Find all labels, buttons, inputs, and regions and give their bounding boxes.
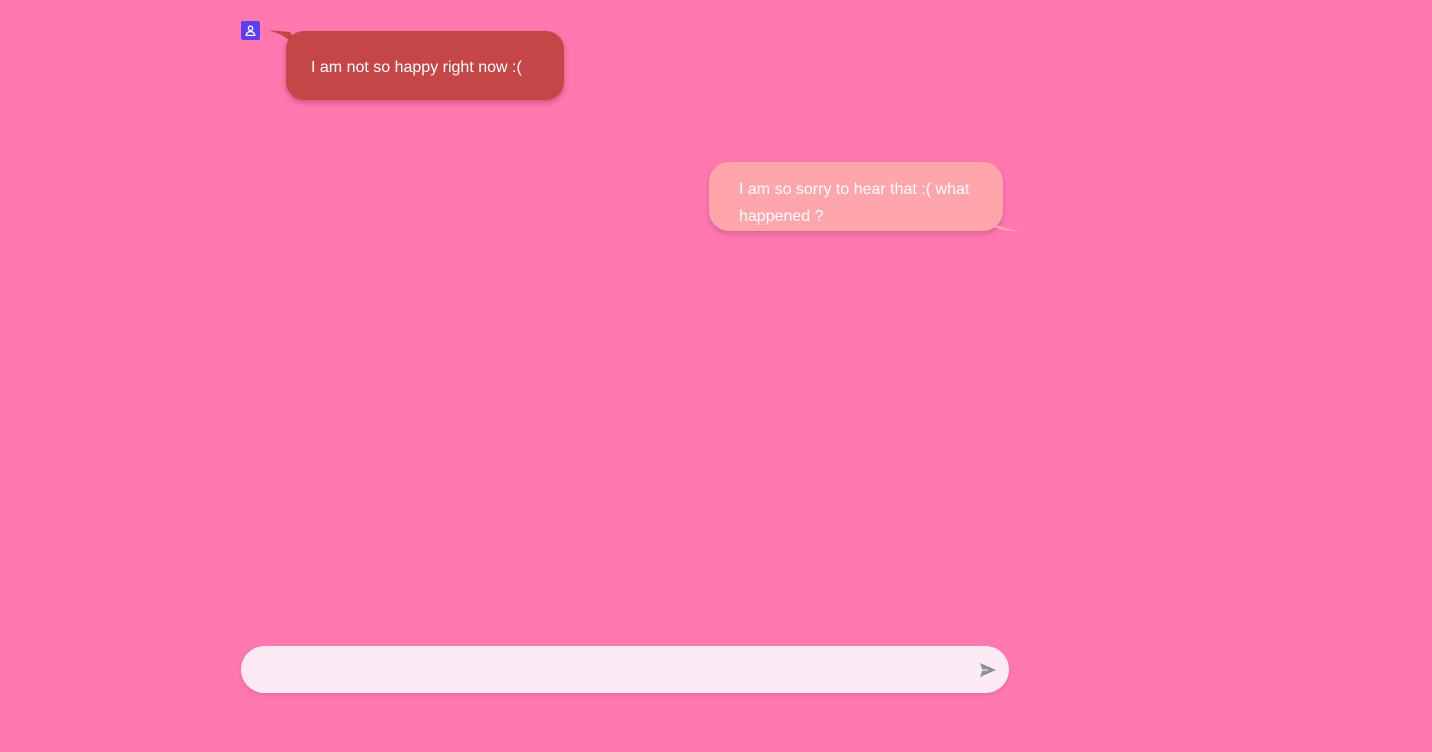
- incoming-message-text: I am not so happy right now :(: [311, 59, 522, 76]
- send-icon: [980, 663, 996, 677]
- chat-screen: I am not so happy right now :( I am so s…: [0, 0, 1432, 752]
- user-icon: [245, 25, 256, 37]
- outgoing-message-text: I am so sorry to hear that :( what happe…: [739, 181, 970, 225]
- message-composer: [241, 646, 1009, 695]
- message-input[interactable]: [263, 646, 967, 695]
- outgoing-message-bubble: I am so sorry to hear that :( what happe…: [709, 162, 1003, 231]
- user-avatar[interactable]: [241, 21, 260, 40]
- send-button[interactable]: [976, 659, 1000, 681]
- outgoing-bubble-tail: [984, 218, 1022, 232]
- incoming-message-bubble: I am not so happy right now :(: [286, 31, 564, 100]
